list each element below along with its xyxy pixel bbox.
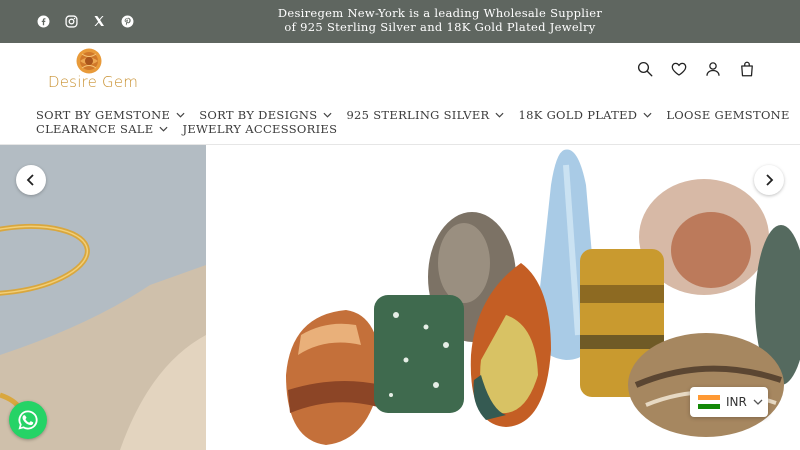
chevron-right-icon xyxy=(766,174,774,186)
x-icon[interactable] xyxy=(92,12,106,30)
chevron-down-icon xyxy=(323,112,332,118)
nav-item-label: LOOSE GEMSTONE xyxy=(666,108,790,122)
search-icon[interactable] xyxy=(634,58,656,80)
nav-item-18k-gold-plated[interactable]: 18K GOLD PLATED xyxy=(518,108,652,122)
chevron-left-icon xyxy=(26,174,34,186)
nav-item-loose-gemstone[interactable]: LOOSE GEMSTONE xyxy=(666,108,789,122)
currency-selector[interactable]: INR xyxy=(690,387,768,417)
chevron-down-icon xyxy=(159,126,168,132)
account-icon[interactable] xyxy=(702,58,724,80)
logo-gem-icon xyxy=(76,48,102,74)
nav-item-sort-by-gemstone[interactable]: SORT BY GEMSTONE xyxy=(36,108,185,122)
nav-item-label: SORT BY DESIGNS xyxy=(199,108,318,122)
nav-item-label: 18K GOLD PLATED xyxy=(518,108,638,122)
instagram-icon[interactable] xyxy=(64,12,78,30)
main-navigation: SORT BY GEMSTONE SORT BY DESIGNS 925 STE… xyxy=(36,108,789,136)
india-flag-icon xyxy=(698,395,720,410)
site-logo[interactable]: Desire Gem xyxy=(44,48,139,94)
nav-item-clearance-sale[interactable]: CLEARANCE SALE xyxy=(36,122,168,136)
logo-text: Desire Gem xyxy=(48,73,139,91)
chevron-down-icon xyxy=(753,399,763,405)
pinterest-icon[interactable] xyxy=(120,12,134,30)
cart-icon[interactable] xyxy=(736,58,758,80)
nav-item-label: SORT BY GEMSTONE xyxy=(36,108,171,122)
whatsapp-icon xyxy=(18,410,38,430)
slider-next-button[interactable] xyxy=(754,165,784,195)
nav-item-label: 925 STERLING SILVER xyxy=(346,108,490,122)
nav-item-sort-by-designs[interactable]: SORT BY DESIGNS xyxy=(199,108,332,122)
slider-prev-button[interactable] xyxy=(16,165,46,195)
announcement-text: Desiregem New-York is a leading Wholesal… xyxy=(200,6,680,34)
announcement-line-1: Desiregem New-York is a leading Wholesal… xyxy=(277,6,603,20)
nav-item-label: CLEARANCE SALE xyxy=(36,122,154,136)
nav-item-925-sterling-silver[interactable]: 925 STERLING SILVER xyxy=(346,108,504,122)
nav-row-1: SORT BY GEMSTONE SORT BY DESIGNS 925 STE… xyxy=(36,108,789,122)
chevron-down-icon xyxy=(643,112,652,118)
nav-row-2: CLEARANCE SALE JEWELRY ACCESSORIES xyxy=(36,122,756,136)
announcement-bar: Desiregem New-York is a leading Wholesal… xyxy=(0,0,800,43)
social-links xyxy=(36,12,134,30)
currency-code: INR xyxy=(726,395,747,409)
header-actions xyxy=(634,58,758,80)
announcement-line-2: of 925 Sterling Silver and 18K Gold Plat… xyxy=(284,20,596,34)
hero-slideshow xyxy=(0,145,800,450)
nav-item-label: JEWELRY ACCESSORIES xyxy=(182,122,338,136)
chevron-down-icon xyxy=(176,112,185,118)
whatsapp-chat-button[interactable] xyxy=(9,401,47,439)
chevron-down-icon xyxy=(495,112,504,118)
facebook-icon[interactable] xyxy=(36,12,50,30)
nav-item-jewelry-accessories[interactable]: JEWELRY ACCESSORIES xyxy=(182,122,337,136)
heart-icon[interactable] xyxy=(668,58,690,80)
